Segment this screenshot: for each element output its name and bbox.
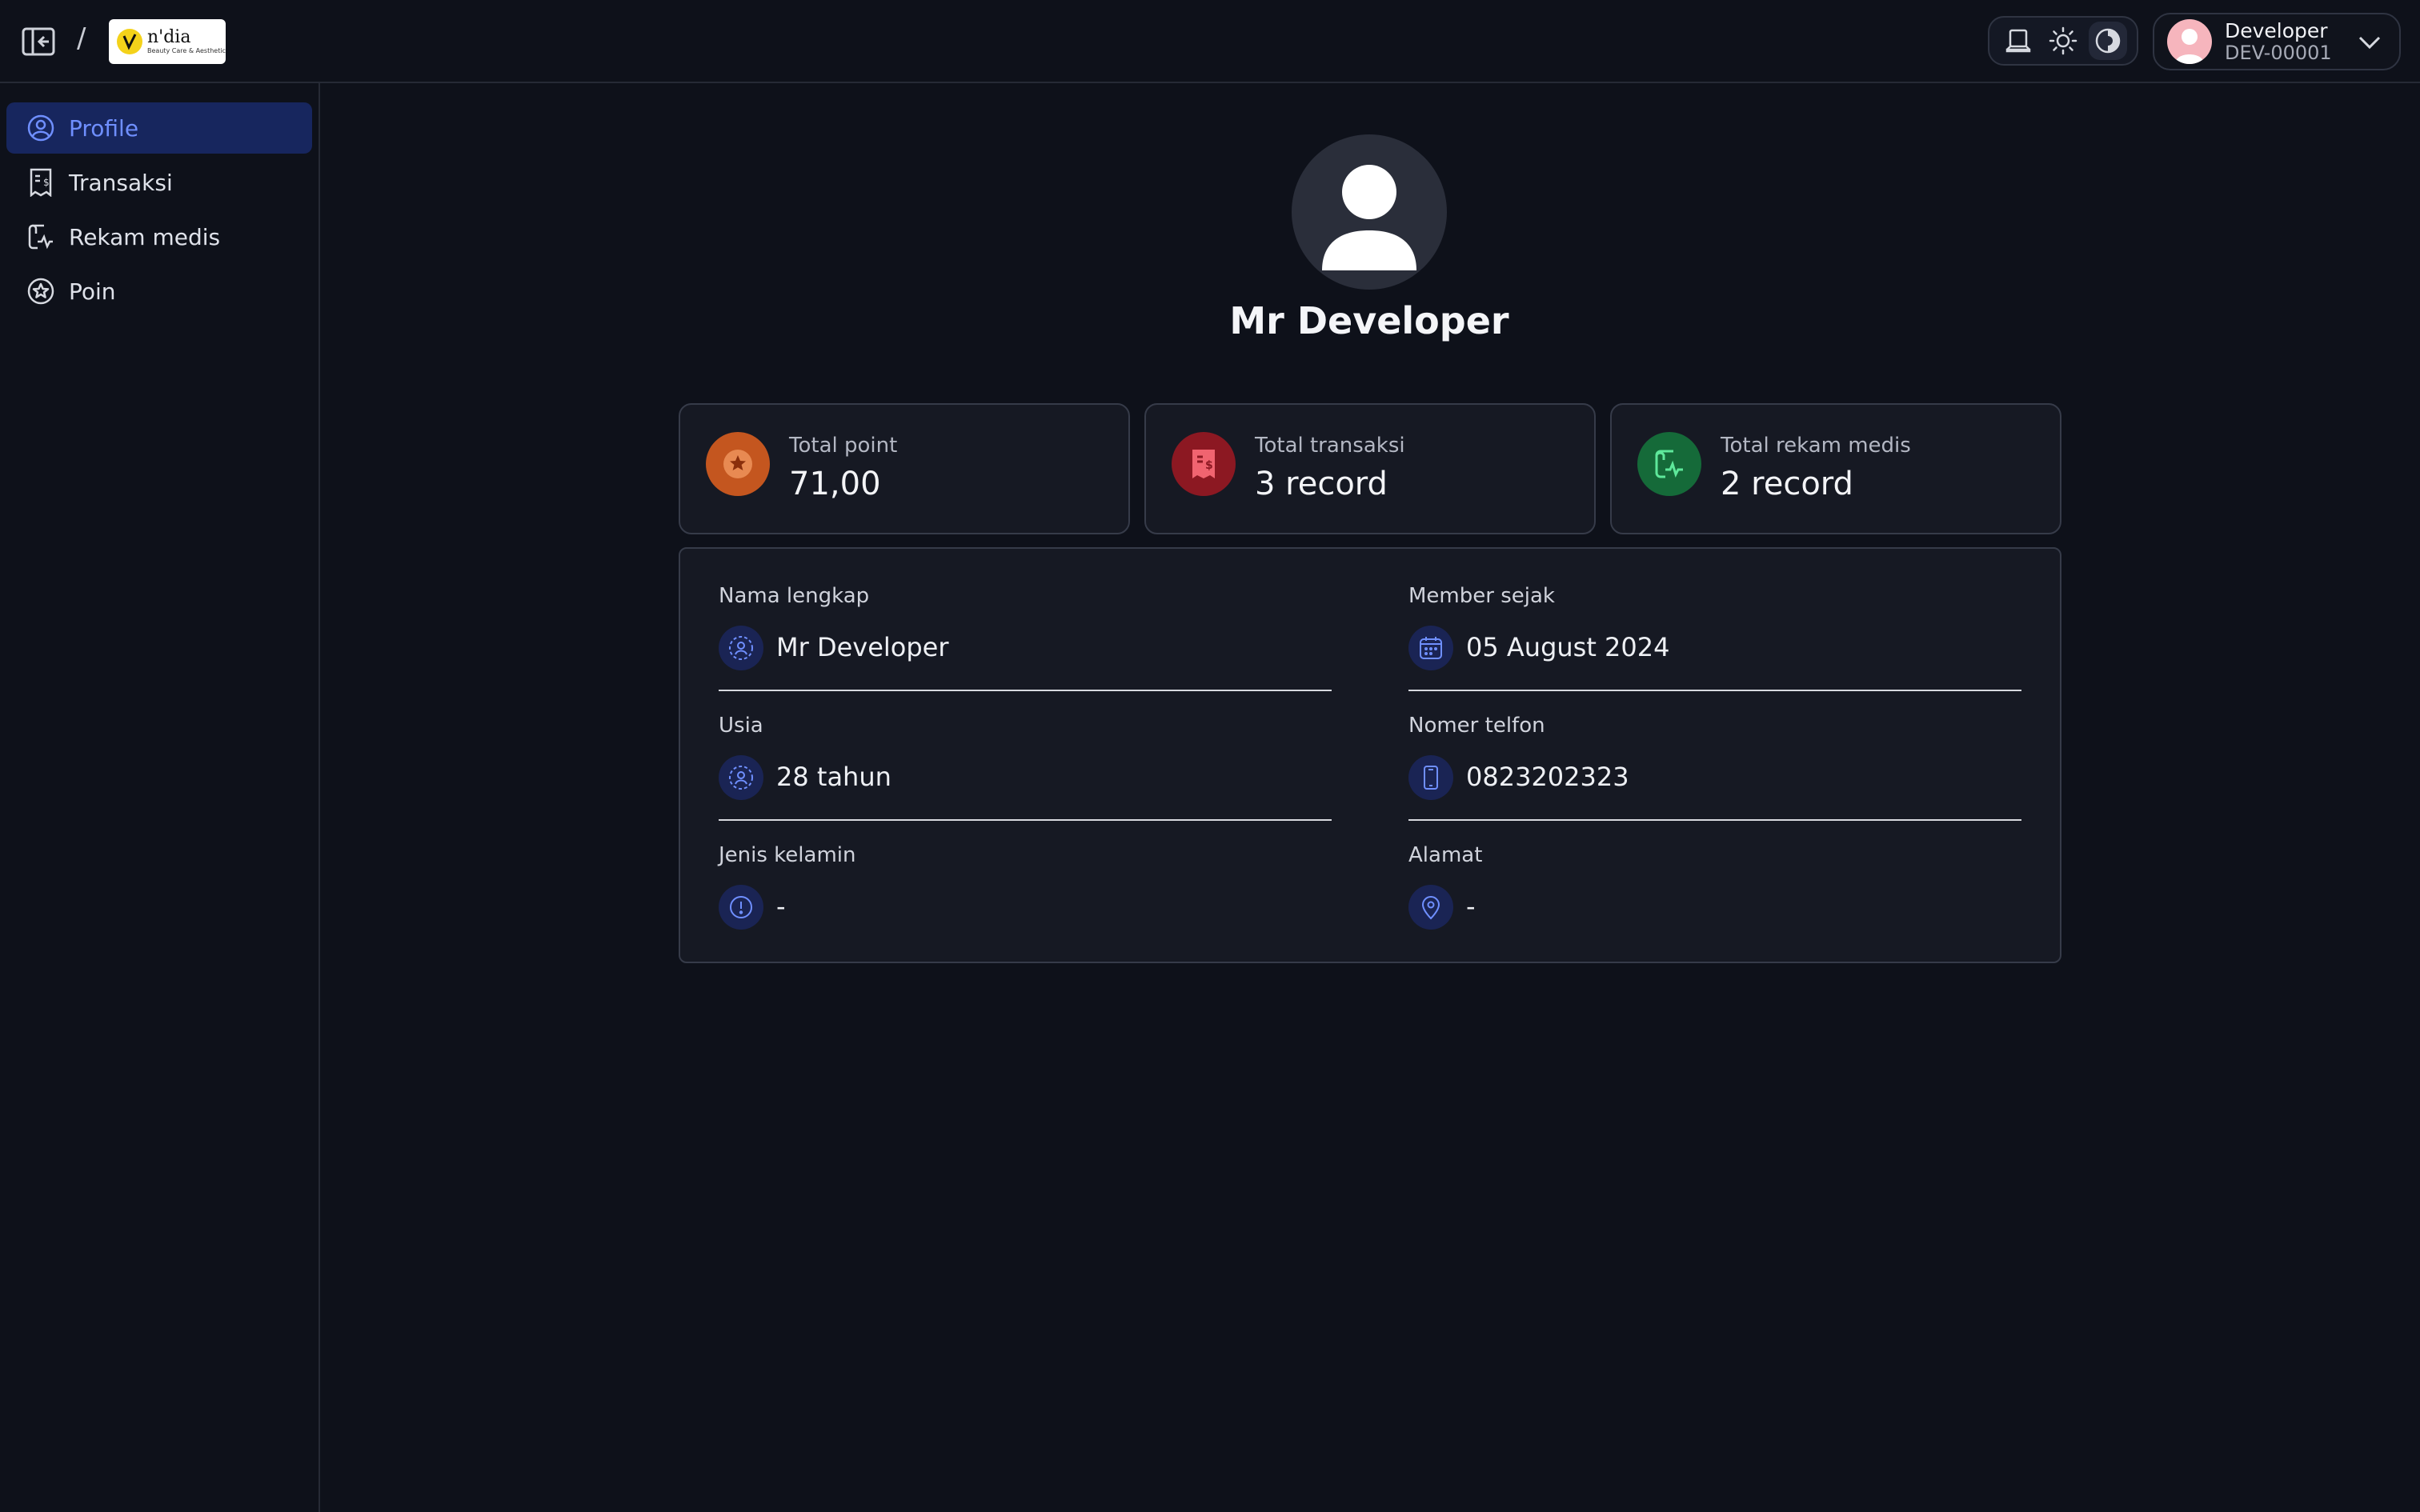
sidebar-item-label: Poin <box>69 278 116 305</box>
sun-icon <box>2049 26 2077 55</box>
sidebar: Profile $ Transaksi Rekam medis Poin <box>0 83 320 1512</box>
field-value: - <box>1466 891 1476 922</box>
stat-value: 71,00 <box>789 466 881 502</box>
field-usia: Usia 28 tahun <box>719 678 1332 821</box>
receipt-icon: $ <box>26 167 56 198</box>
svg-text:$: $ <box>1205 459 1213 472</box>
user-circle-icon <box>719 626 763 670</box>
contrast-icon <box>2095 28 2121 54</box>
theme-system-button[interactable] <box>1999 22 2037 60</box>
user-id: DEV-00001 <box>2225 42 2332 64</box>
field-value: - <box>776 891 786 922</box>
theme-switcher <box>1988 16 2138 66</box>
sidebar-toggle-button[interactable] <box>21 26 56 58</box>
field-nama-lengkap: Nama lengkap Mr Developer <box>719 549 1332 691</box>
field-alamat: Alamat - <box>1408 808 2021 930</box>
phone-icon <box>1408 755 1453 800</box>
avatar <box>2167 19 2212 64</box>
user-info: Developer DEV-00001 <box>2225 19 2332 64</box>
profile-avatar <box>1292 134 1447 290</box>
field-nomer-telfon: Nomer telfon 0823202323 <box>1408 678 2021 821</box>
sidebar-item-poin[interactable]: Poin <box>6 266 312 317</box>
field-label: Jenis kelamin <box>719 843 856 867</box>
user-circle-icon <box>26 113 56 143</box>
stat-label: Total rekam medis <box>1721 434 1911 458</box>
receipt-icon: $ <box>1172 432 1236 496</box>
user-circle-icon <box>719 755 763 800</box>
sidebar-item-profile[interactable]: Profile <box>6 102 312 154</box>
field-value: Mr Developer <box>776 632 949 662</box>
field-value: 28 tahun <box>776 762 891 792</box>
calendar-icon <box>1408 626 1453 670</box>
field-jenis-kelamin: Jenis kelamin - <box>719 808 1332 930</box>
sidebar-item-transaksi[interactable]: $ Transaksi <box>6 157 312 208</box>
brand-logo[interactable]: n'dia Beauty Care & Aesthetic <box>109 19 226 64</box>
stat-label: Total point <box>789 434 898 458</box>
sidebar-item-label: Profile <box>69 114 139 142</box>
breadcrumb-separator: / <box>77 22 86 54</box>
field-value: 0823202323 <box>1466 762 1629 792</box>
stat-value: 2 record <box>1721 466 1853 502</box>
logo-text: n'dia <box>147 27 191 47</box>
location-pin-icon <box>1408 885 1453 930</box>
alert-circle-icon <box>719 885 763 930</box>
logo-mark-icon <box>117 29 142 54</box>
field-label: Alamat <box>1408 843 1483 867</box>
svg-text:$: $ <box>43 177 50 188</box>
top-bar: / n'dia Beauty Care & Aesthetic Develope… <box>0 0 2420 83</box>
medical-record-icon <box>26 222 56 252</box>
stat-label: Total transaksi <box>1255 434 1405 458</box>
stat-card-total-transaksi: $ Total transaksi 3 record <box>1144 403 1596 534</box>
star-badge-icon <box>26 276 56 306</box>
logo-tagline: Beauty Care & Aesthetic <box>147 47 226 54</box>
user-menu-button[interactable]: Developer DEV-00001 <box>2153 13 2401 70</box>
profile-name: Mr Developer <box>1229 299 1509 342</box>
sidebar-item-rekam-medis[interactable]: Rekam medis <box>6 211 312 262</box>
logo-wordmark: n'dia Beauty Care & Aesthetic <box>147 29 226 54</box>
laptop-icon <box>2005 29 2031 53</box>
medical-record-icon <box>1637 432 1701 496</box>
chevron-down-icon <box>2358 36 2381 50</box>
user-silhouette-icon <box>1322 165 1416 270</box>
stat-value: 3 record <box>1255 466 1388 502</box>
theme-light-button[interactable] <box>2044 22 2082 60</box>
sidebar-item-label: Transaksi <box>69 169 173 196</box>
field-label: Member sejak <box>1408 584 1555 608</box>
field-label: Nama lengkap <box>719 584 870 608</box>
profile-details-card: Nama lengkap Mr Developer Member sejak 0… <box>679 547 2061 963</box>
field-member-sejak: Member sejak 05 August 2024 <box>1408 549 2021 691</box>
user-name: Developer <box>2225 19 2328 42</box>
theme-contrast-button[interactable] <box>2089 22 2127 60</box>
star-icon <box>706 432 770 496</box>
sidebar-item-label: Rekam medis <box>69 223 221 250</box>
field-label: Usia <box>719 714 763 738</box>
field-value: 05 August 2024 <box>1466 632 1670 662</box>
stat-card-total-rekam-medis: Total rekam medis 2 record <box>1610 403 2061 534</box>
stat-card-total-point: Total point 71,00 <box>679 403 1130 534</box>
sidebar-collapse-icon <box>22 27 55 56</box>
field-label: Nomer telfon <box>1408 714 1545 738</box>
